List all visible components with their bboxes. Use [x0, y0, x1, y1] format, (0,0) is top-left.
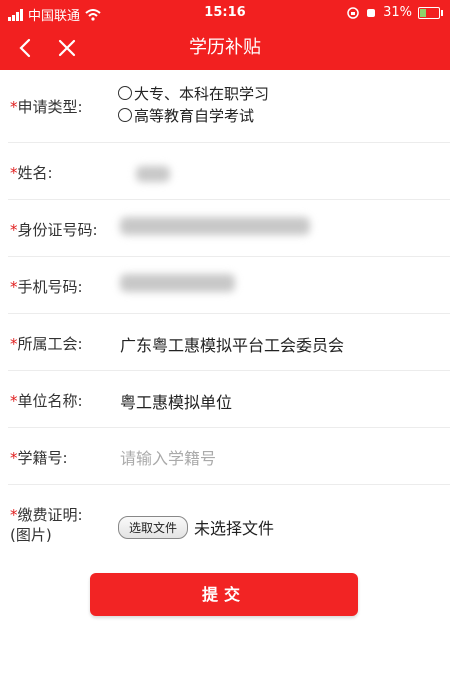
- battery-fill: [420, 8, 427, 17]
- phone-row: *手机号码:: [8, 257, 450, 314]
- student-no-input[interactable]: 请输入学籍号: [120, 445, 216, 469]
- name-label: *姓名:: [10, 164, 53, 182]
- battery-icon: [418, 6, 443, 19]
- apply-type-option-2[interactable]: 高等教育自学考试: [118, 104, 269, 126]
- unit-label: *单位名称:: [10, 392, 83, 410]
- apply-type-option-1[interactable]: 大专、本科在职学习: [118, 82, 269, 104]
- rotation-lock-icon: [347, 6, 359, 19]
- apply-type-row: *申请类型: 大专、本科在职学习 高等教育自学考试: [8, 70, 450, 143]
- apply-type-radio-group: 大专、本科在职学习 高等教育自学考试: [118, 82, 269, 126]
- page-title: 学历补贴: [189, 37, 261, 58]
- student-no-row: *学籍号: 请输入学籍号: [8, 428, 450, 485]
- union-label: *所属工会:: [10, 335, 83, 353]
- radio-icon[interactable]: [118, 108, 132, 122]
- payment-proof-label: *缴费证明: (图片): [10, 506, 83, 544]
- choose-file-button[interactable]: 选取文件: [118, 515, 189, 539]
- payment-proof-sublabel: (图片): [10, 526, 52, 544]
- status-right: 31%: [347, 5, 443, 20]
- phone-label: *手机号码:: [10, 278, 83, 296]
- id-number-field-redacted[interactable]: [120, 217, 310, 235]
- file-picker: 选取文件 未选择文件: [118, 515, 274, 539]
- name-field-redacted[interactable]: [136, 166, 170, 182]
- alarm-icon: [367, 8, 376, 17]
- nav-bar: 学历补贴: [0, 26, 450, 70]
- battery-percent: 31%: [383, 5, 412, 20]
- apply-type-label: *申请类型:: [10, 98, 83, 116]
- payment-proof-row: *缴费证明: (图片) 选取文件 未选择文件: [8, 485, 450, 557]
- submit-button[interactable]: 提交: [90, 573, 358, 616]
- id-number-row: *身份证号码:: [8, 200, 450, 257]
- student-no-label: *学籍号:: [10, 449, 68, 467]
- unit-value: 粤工惠模拟单位: [120, 393, 233, 412]
- unit-row: *单位名称: 粤工惠模拟单位: [8, 371, 450, 428]
- union-value: 广东粤工惠模拟平台工会委员会: [120, 336, 345, 355]
- required-mark: *: [10, 98, 18, 116]
- radio-icon[interactable]: [118, 86, 132, 100]
- union-row: *所属工会: 广东粤工惠模拟平台工会委员会: [8, 314, 450, 371]
- phone-field-redacted[interactable]: [120, 274, 235, 292]
- file-status: 未选择文件: [194, 519, 275, 538]
- status-bar: 中国联通 15:16 31%: [0, 0, 450, 26]
- id-number-label: *身份证号码:: [10, 221, 98, 239]
- subsidy-form: *申请类型: 大专、本科在职学习 高等教育自学考试 *姓名: *身份证号码: *…: [0, 70, 450, 557]
- name-row: *姓名:: [8, 143, 450, 200]
